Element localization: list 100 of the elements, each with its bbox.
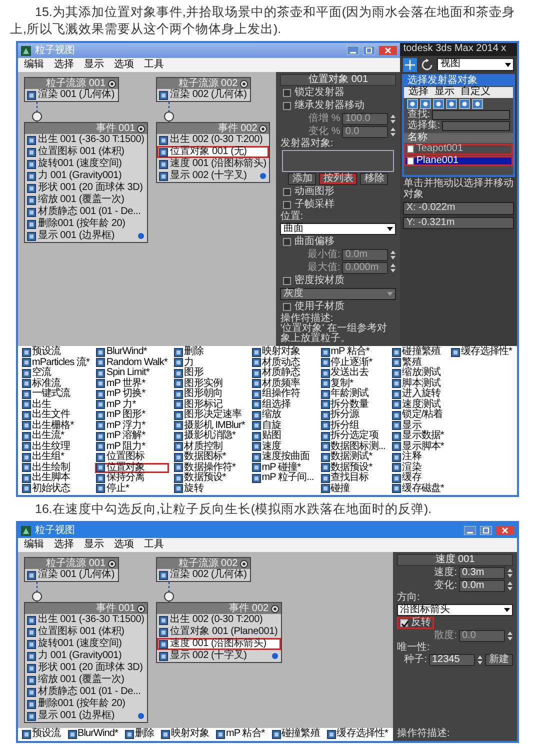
depot-item[interactable]: 发送出去 [320,368,388,378]
operator-row[interactable]: 力 001 (Gravity001) [25,650,148,662]
operator-row[interactable]: 旋转001 (速度空间) [25,638,148,650]
menu-item[interactable]: 自定义 [460,87,490,98]
depot-item[interactable]: 标准流 [21,378,92,389]
depot-item[interactable]: 预设流 [21,729,63,740]
operator-row[interactable]: 显示 001 (边界框) [25,710,148,722]
depot-item[interactable]: 空流 [21,368,92,378]
depot-item[interactable]: 力 [173,358,247,368]
depot-item[interactable]: 组选择 [250,400,316,410]
input-field[interactable] [442,121,510,132]
maximize-icon[interactable] [480,526,492,535]
depot-item[interactable]: 碰撞 [320,484,388,494]
checkbox[interactable] [283,89,292,97]
operator-row[interactable]: 位置对象 001 (无) [157,146,270,158]
menu-item[interactable]: 选择 [54,539,74,551]
depot-item[interactable]: mP 切换* [95,389,170,400]
event-node[interactable]: 事件 002 出生 002 (0-30 T:200) 位置对象 001 (无) 速度 001 (沿图标箭头) 显示 002 (十字叉) [156,122,270,183]
depot-item[interactable]: BlurWind* [95,347,170,358]
depot-item[interactable]: mP 力* [95,400,170,410]
toolbar-icon[interactable] [472,98,484,108]
operator-row[interactable]: 渲染 001 (几何体) [25,569,118,581]
operator-row[interactable]: 显示 001 (边界框) [25,230,148,242]
depot-item[interactable]: 注释 [391,452,446,462]
source-node[interactable]: 粒子流源 002 渲染 002 (几何体) [156,77,251,102]
spinner-arrows-icon[interactable] [390,250,396,260]
spinner-arrows-icon[interactable] [477,655,483,665]
depot-item[interactable]: 位置对象 [95,462,170,473]
menu-item[interactable]: 选择 [408,87,428,98]
toolbar-icon[interactable] [420,98,432,108]
depot-item[interactable]: Random Walk* [95,358,170,368]
event-node[interactable]: 事件 002 出生 002 (0-30 T:200) 位置对象 001 (Plane001) 速度 001 (沿图标箭头) 显示 002 (十字叉) [156,602,282,663]
toolbar-icon[interactable] [459,98,470,108]
depot-item[interactable]: 缓存 [391,473,446,484]
depot-item[interactable]: 组操作符 [250,389,316,400]
operator-row[interactable]: 形状 001 (20 面球体 3D) [25,662,148,674]
depot-item[interactable]: 图形标记 [173,400,247,410]
depot-item[interactable]: 初始状态 [21,484,92,494]
depot-item[interactable]: 贴图 [250,431,316,442]
menu-item[interactable]: 工具 [144,539,164,551]
operator-row[interactable]: 出生 002 (0-30 T:200) [157,134,270,146]
depot-item[interactable]: 显示数据* [391,431,446,442]
operator-row[interactable]: 删除001 (按年龄 20) [25,698,148,710]
toggle-icon[interactable] [108,560,116,568]
depot-item[interactable]: 出生组* [21,452,92,462]
depot-item[interactable]: 碰撞繁殖 [391,347,446,358]
depot-item[interactable]: 速度 [250,442,316,452]
depot-item[interactable]: 数据预设* [320,462,388,473]
depot-item[interactable]: 缩放 [250,410,316,420]
menu-item[interactable]: 编辑 [24,59,44,71]
depot-item[interactable]: 摄影机 IMBlur* [173,420,247,431]
depot-item[interactable]: 映射对象 [160,729,212,740]
depot-item[interactable]: mP 溶解* [95,431,170,442]
depot-item[interactable]: BlurWind* [66,729,120,740]
rollout-title[interactable]: 位置对象 001 [280,74,396,86]
depot-item[interactable]: 数据图标* [173,452,247,462]
operator-row[interactable]: 显示 002 (十字叉) [157,650,281,662]
depot-item[interactable]: 显示脚本* [391,442,446,452]
menu-item[interactable]: 显示 [84,539,104,551]
depot-item[interactable]: mP 图形* [95,410,170,420]
toggle-icon[interactable] [137,124,146,132]
depot-item[interactable]: mP 浮力* [95,420,170,431]
depot-item[interactable]: 年龄测试 [320,389,388,400]
depot-item[interactable]: 自旋 [250,420,316,431]
list-item[interactable]: Teapot001 [404,144,513,154]
operator-row[interactable]: 渲染 002 (几何体) [157,89,250,101]
spinner-arrows-icon[interactable] [390,127,396,137]
operator-row[interactable]: 位置图标 001 (体积) [25,146,148,158]
operator-row[interactable]: 速度 001 (沿图标箭头) [157,638,281,650]
source-node[interactable]: 粒子流源 001 渲染 001 (几何体) [24,557,119,582]
depot-item[interactable]: mP 碰撞* [250,462,316,473]
depot-item[interactable]: 旋转 [173,484,247,494]
toggle-icon[interactable] [259,124,268,132]
toggle-icon[interactable] [240,80,248,88]
depot-item[interactable]: 出生流* [21,431,92,442]
depot-item[interactable]: 复制* [320,378,388,389]
depot-item[interactable]: mP 粘合* [320,347,388,358]
checkbox[interactable] [283,303,292,311]
depot-item[interactable]: 缩放测试 [391,368,446,378]
depot-item[interactable]: 数据图标测... [320,442,388,452]
depot-item[interactable]: mP 粒子间... [250,473,316,484]
toggle-icon[interactable] [108,80,116,88]
checkbox-option[interactable]: 动画图形 [280,186,338,198]
dropdown[interactable]: 曲面 [280,223,396,235]
depot-item[interactable]: 数据预设* [173,473,247,484]
depot-item[interactable]: 数据操作符* [173,462,247,473]
operator-row[interactable]: 材质静态 001 (01 - De... [25,686,148,698]
depot-item[interactable]: 摄影机消隐* [173,431,247,442]
depot-item[interactable]: 缓存选择性* [450,347,514,358]
depot-item[interactable]: 拆分数量 [320,400,388,410]
depot-item[interactable]: mP 世界* [95,378,170,389]
depot-item[interactable]: 出生文件 [21,410,92,420]
checkbox[interactable] [283,188,292,196]
depot-item[interactable]: 材质动态 [250,358,316,368]
coordinate-field[interactable]: X: -0.022m [403,202,514,214]
list-box[interactable] [282,150,394,172]
event-node[interactable]: 事件 001 出生 001 (-36-30 T:1500) 位置图标 001 (体积) 旋转001 (速度空间) 力 001 (Gravity001) 形状 001 (20 面球体 3D) 缩放 001 (覆盖一次) 材质静态 001 (01 - De... 删除001 (按年龄 20) 显示 001 (边界框) [24,602,148,723]
depot-item[interactable]: 拆分选定项 [320,431,388,442]
operator-row[interactable]: 位置对象 001 (Plane001) [157,626,281,638]
toolbar-icon[interactable] [446,98,458,108]
